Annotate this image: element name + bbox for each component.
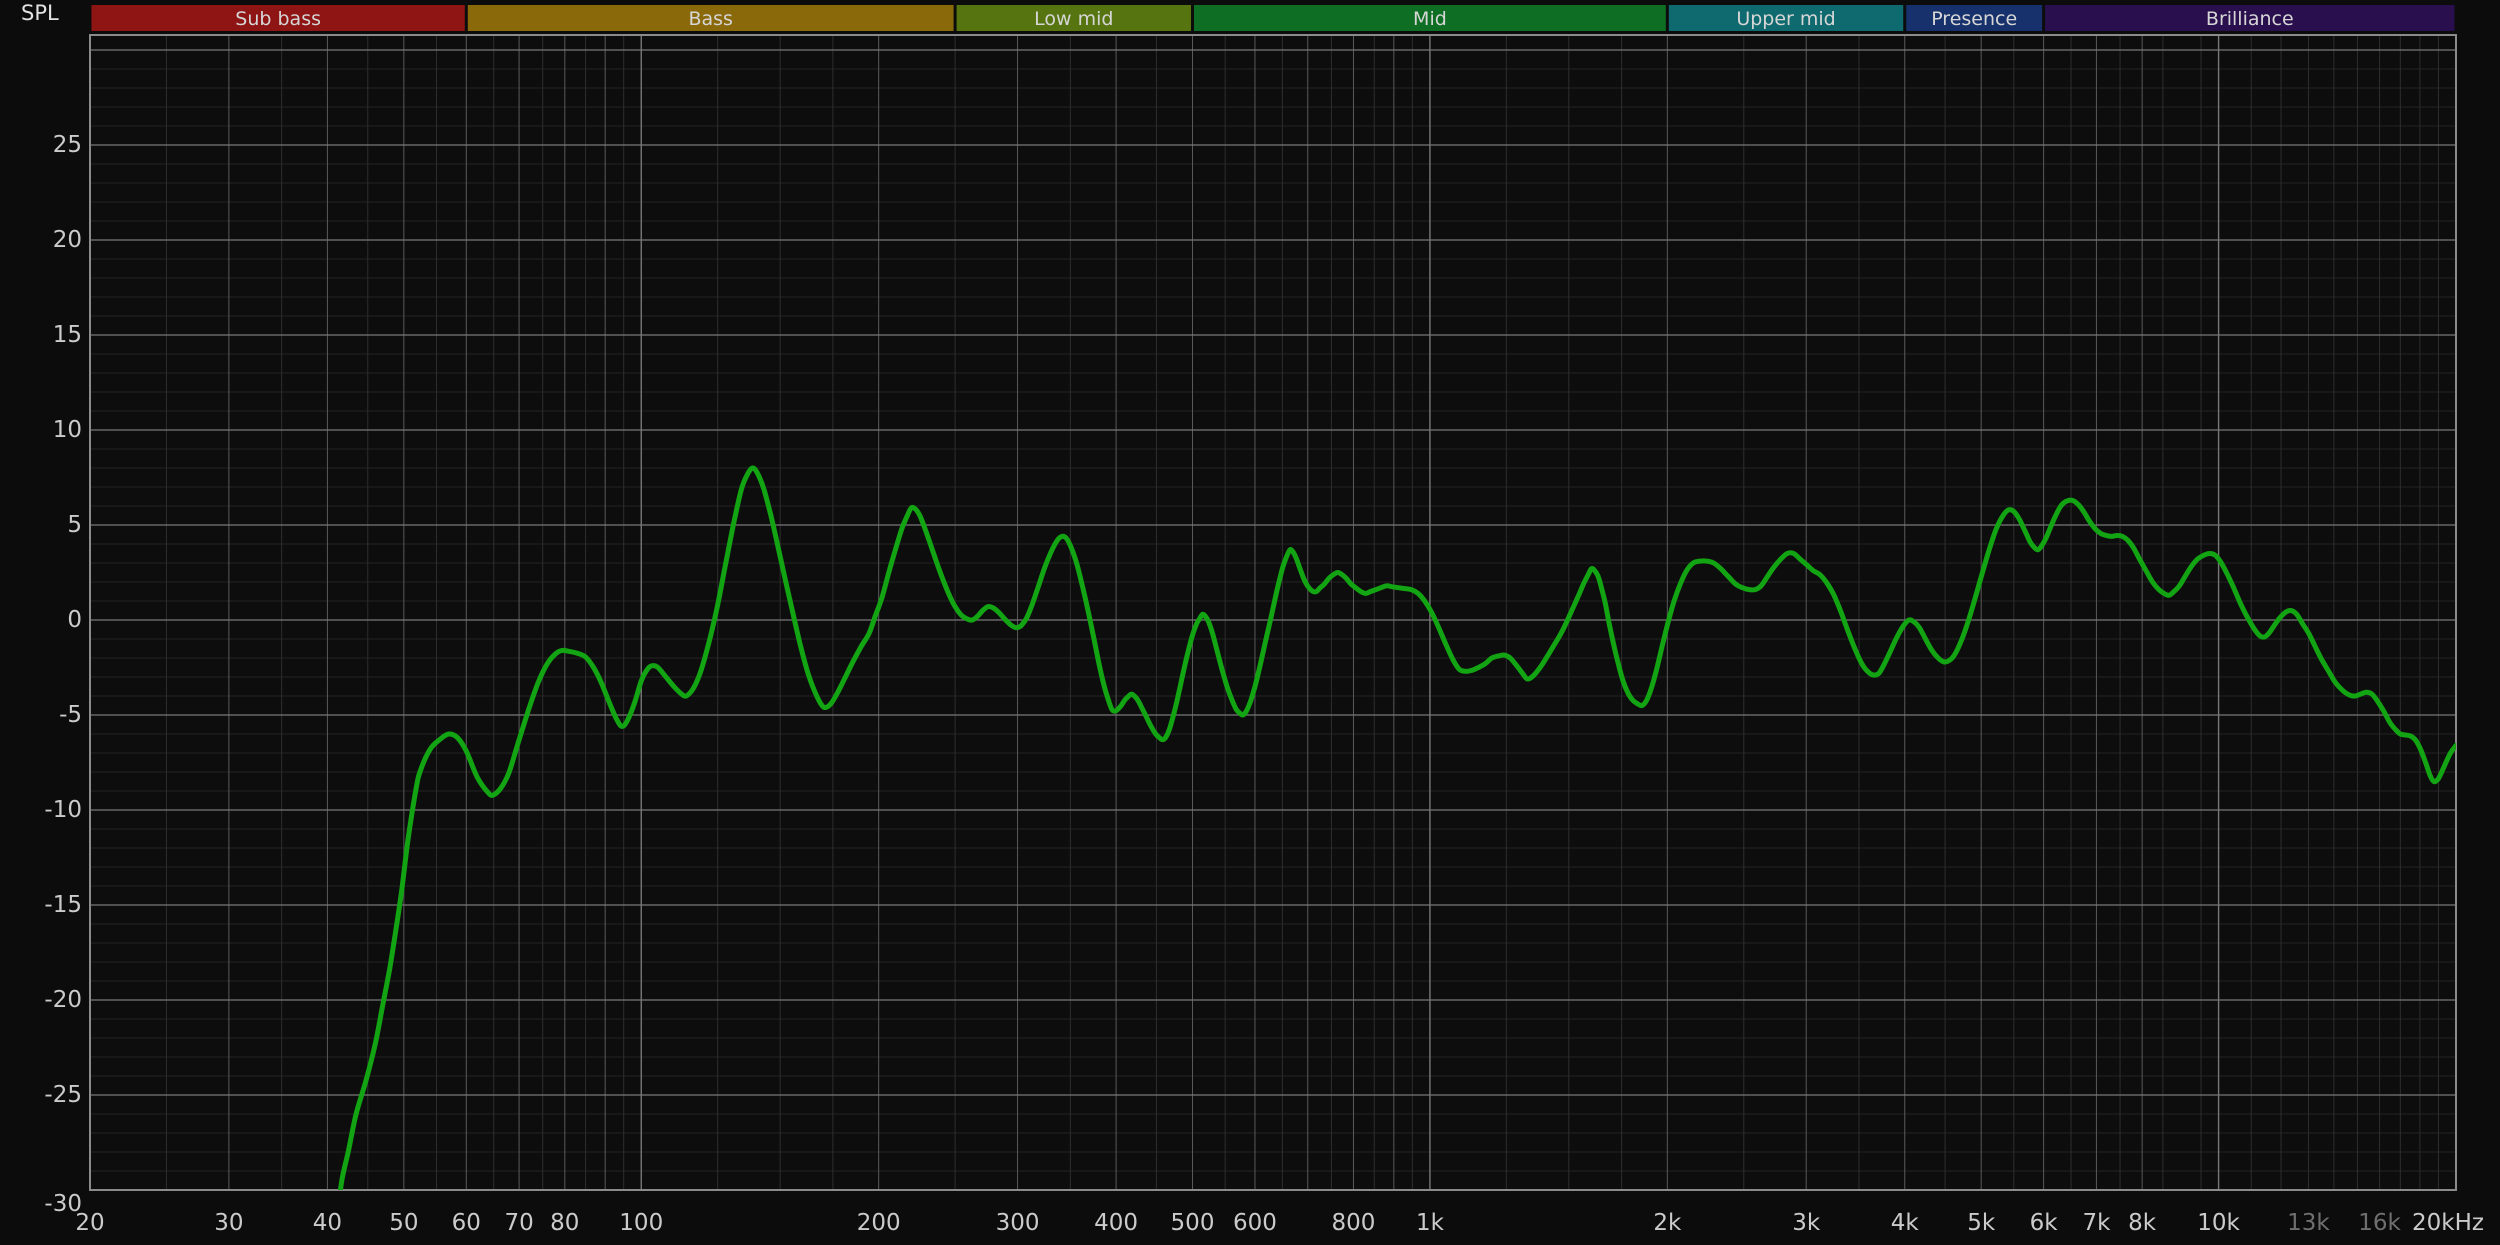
x-tick-label: 3k xyxy=(1792,1210,1821,1236)
x-tick-label: 7k xyxy=(2082,1210,2111,1236)
x-tick-label: 16k xyxy=(2358,1210,2401,1236)
x-tick-label: 60 xyxy=(452,1210,481,1236)
frequency-band-label: Sub bass xyxy=(235,8,321,30)
y-tick-label: -5 xyxy=(59,702,82,728)
x-tick-label: 100 xyxy=(619,1210,663,1236)
x-tick-label: 30 xyxy=(214,1210,243,1236)
x-tick-label: 13k xyxy=(2287,1210,2330,1236)
x-tick-label: 600 xyxy=(1233,1210,1277,1236)
y-tick-label: 25 xyxy=(53,132,82,158)
x-tick-label: 50 xyxy=(389,1210,418,1236)
x-tick-label: 800 xyxy=(1332,1210,1376,1236)
x-tick-label: 70 xyxy=(504,1210,533,1236)
y-tick-label: 15 xyxy=(53,322,82,348)
frequency-band-label: Upper mid xyxy=(1736,8,1835,30)
x-tick-label: 400 xyxy=(1094,1210,1138,1236)
x-tick-label: 500 xyxy=(1171,1210,1215,1236)
x-tick-label: 8k xyxy=(2128,1210,2157,1236)
x-tick-label: 1k xyxy=(1416,1210,1445,1236)
frequency-band-label: Bass xyxy=(688,8,732,30)
spl-frequency-response-chart: SPL Sub bass Bass Low mid Mid Upper mid Prese… xyxy=(0,0,2500,1245)
x-tick-label: 80 xyxy=(550,1210,579,1236)
chart-canvas: Sub bass Bass Low mid Mid Upper mid Presence B… xyxy=(44,5,2484,1236)
x-tick-label: 10k xyxy=(2197,1210,2240,1236)
x-tick-label: 6k xyxy=(2030,1210,2059,1236)
y-tick-label: 0 xyxy=(67,607,82,633)
x-tick-label: 2k xyxy=(1653,1210,1682,1236)
frequency-band-label: Low mid xyxy=(1034,8,1113,30)
x-tick-label: 20kHz xyxy=(2412,1210,2484,1236)
y-tick-label: 20 xyxy=(53,227,82,253)
x-tick-label: 20 xyxy=(75,1210,104,1236)
frequency-band-label: Presence xyxy=(1931,8,2017,30)
x-tick-label: 40 xyxy=(313,1210,342,1236)
x-tick-label: 300 xyxy=(996,1210,1040,1236)
x-tick-label: 200 xyxy=(857,1210,901,1236)
x-tick-label: 4k xyxy=(1891,1210,1920,1236)
frequency-band-label: Brilliance xyxy=(2206,8,2294,30)
frequency-band-label: Mid xyxy=(1413,8,1447,30)
y-tick-label: 10 xyxy=(53,417,82,443)
y-tick-label: -10 xyxy=(44,797,82,823)
y-tick-label: 5 xyxy=(67,512,82,538)
y-tick-label: -25 xyxy=(44,1082,82,1108)
y-tick-label: -20 xyxy=(44,987,82,1013)
x-tick-label: 5k xyxy=(1967,1210,1996,1236)
y-tick-label: -15 xyxy=(44,892,82,918)
